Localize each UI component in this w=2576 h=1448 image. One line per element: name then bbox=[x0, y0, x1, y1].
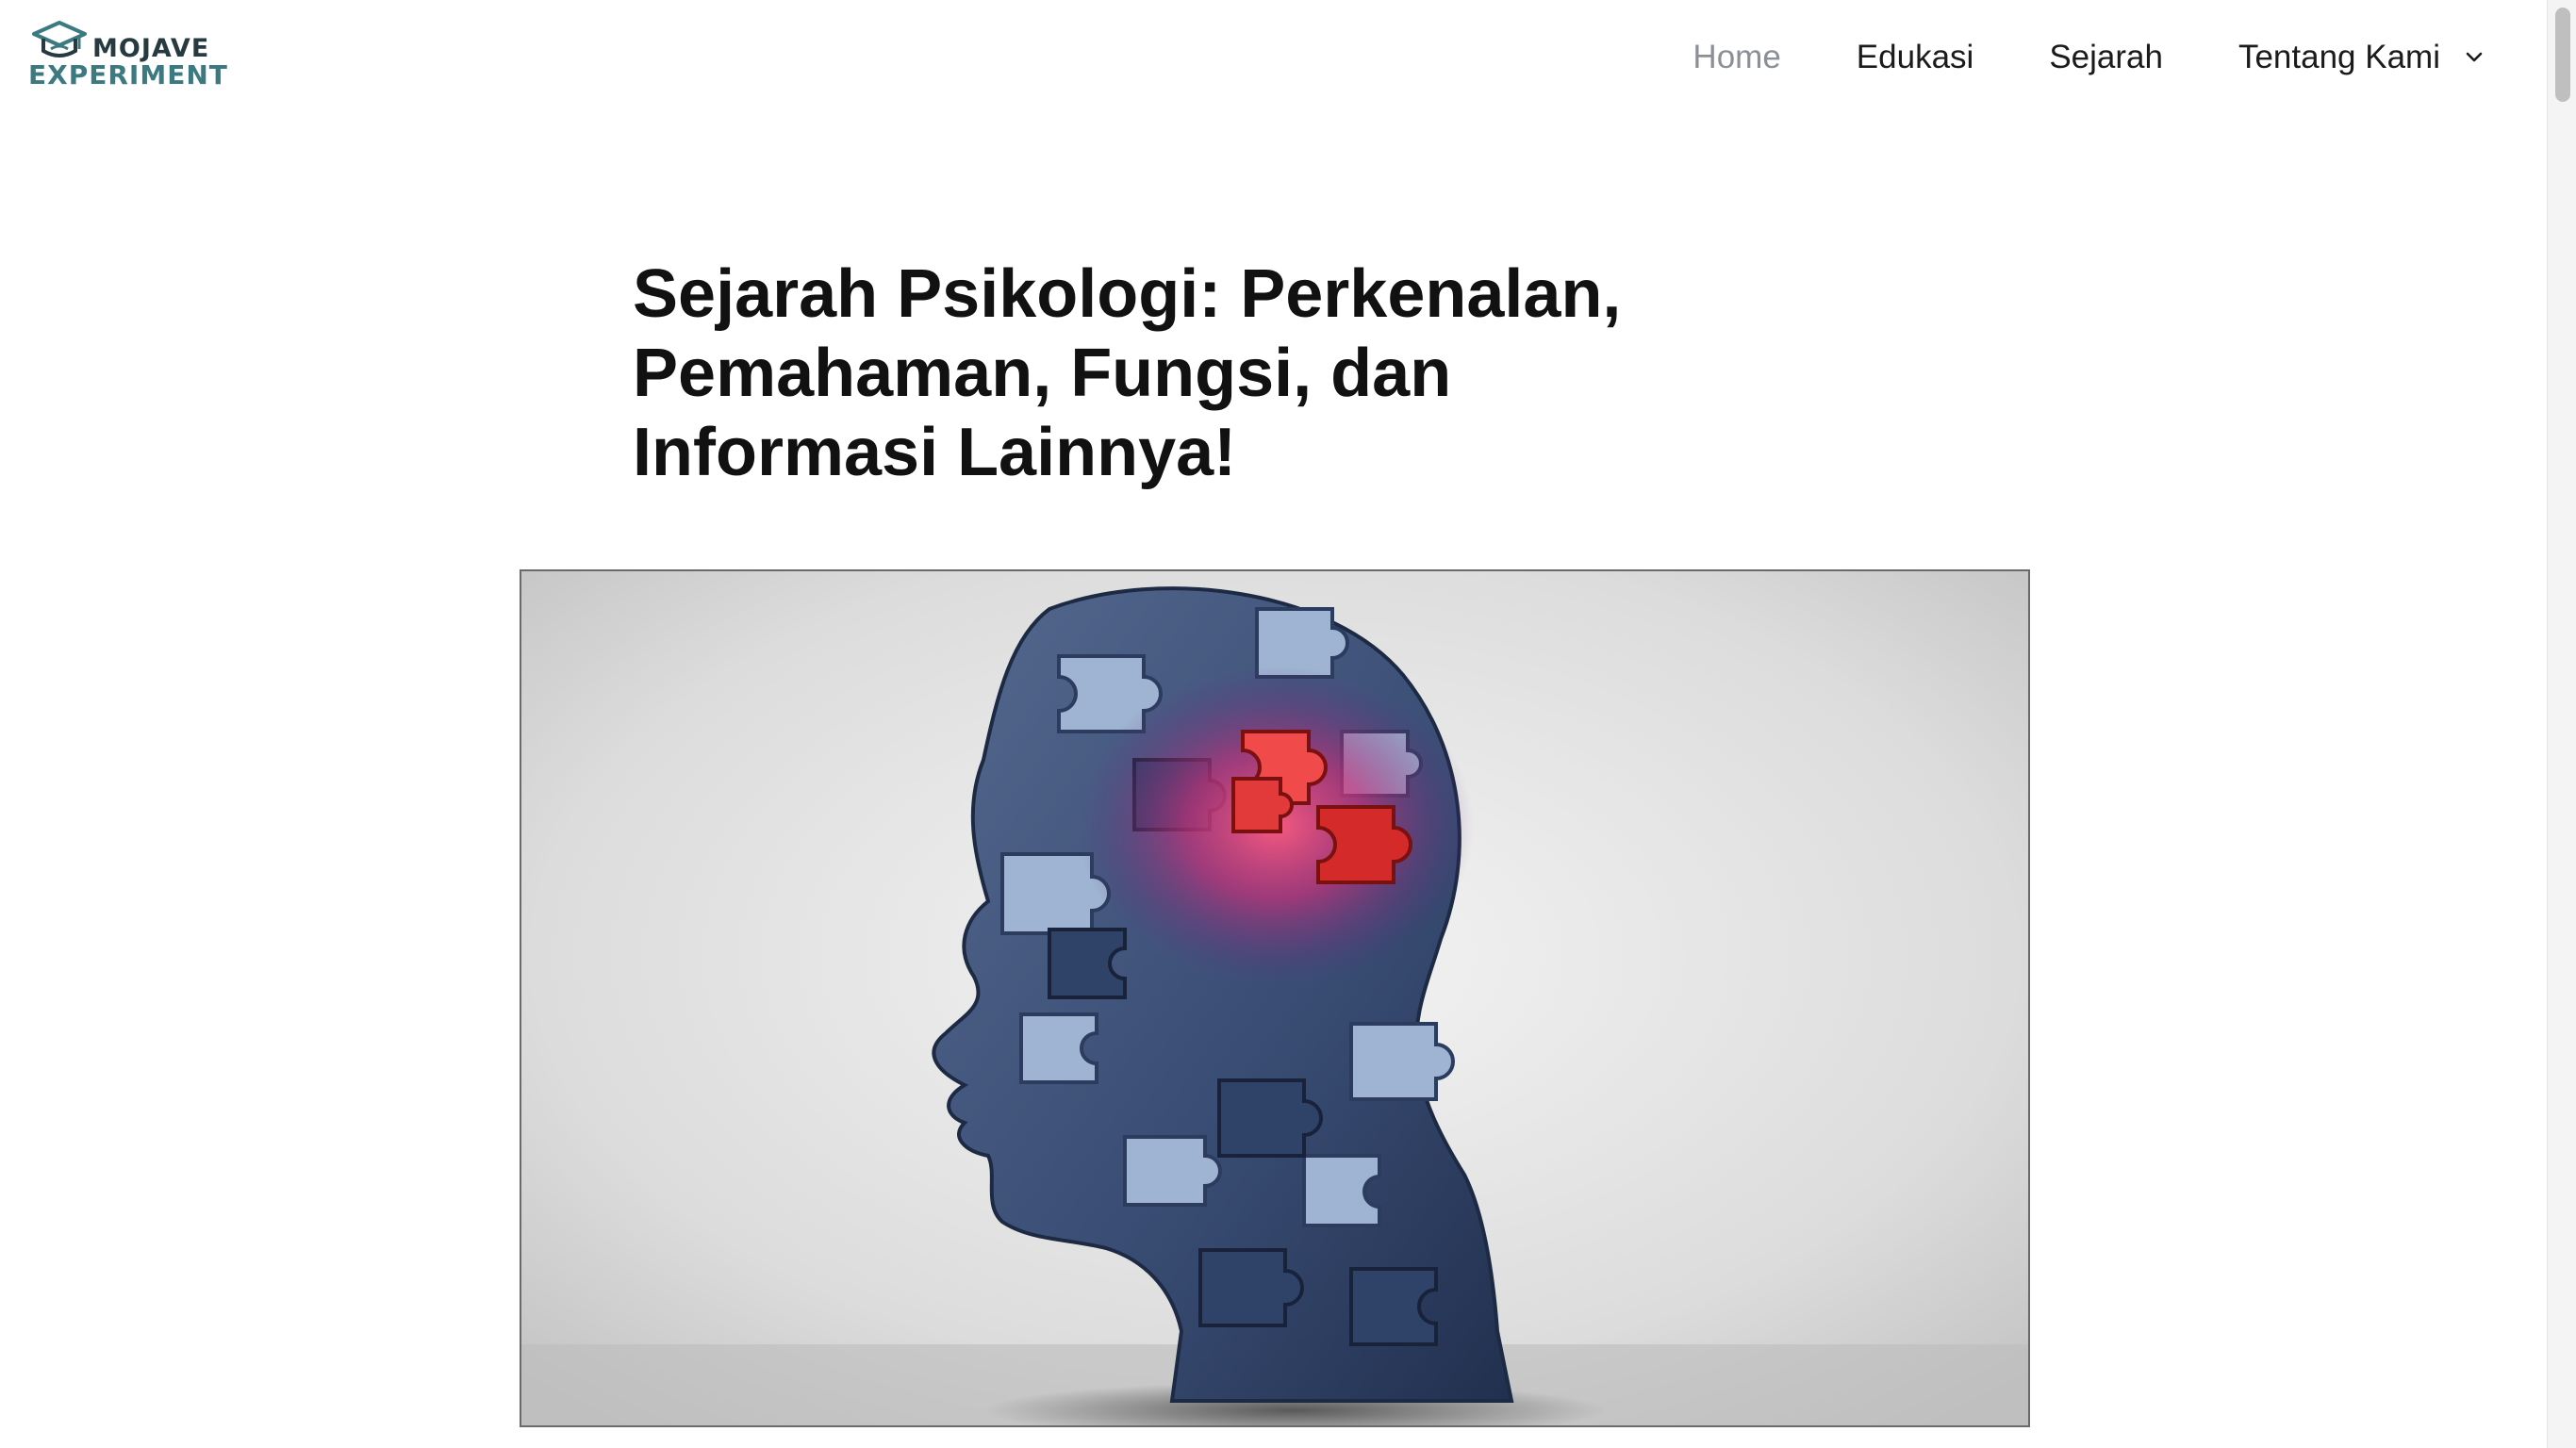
main-nav: Home Edukasi Sejarah Tentang Kami bbox=[1617, 0, 2487, 115]
site-logo[interactable]: MOJAVE EXPERIMENT bbox=[28, 19, 227, 94]
nav-item-tentang-kami[interactable]: Tentang Kami bbox=[2238, 39, 2487, 76]
nav-item-tentang-kami-label: Tentang Kami bbox=[2237, 39, 2440, 75]
puzzle-head-illustration bbox=[521, 571, 2028, 1425]
scrollbar[interactable] bbox=[2547, 0, 2576, 1448]
nav-item-sejarah[interactable]: Sejarah bbox=[2049, 39, 2163, 76]
featured-image bbox=[520, 569, 2030, 1427]
scrollbar-thumb[interactable] bbox=[2555, 8, 2570, 102]
chevron-down-icon[interactable] bbox=[2461, 44, 2487, 71]
article-title: Sejarah Psikologi: Perkenalan, Pemahaman… bbox=[633, 256, 1622, 490]
logo-text-experiment: EXPERIMENT bbox=[28, 59, 228, 90]
logo-text-mojave: MOJAVE bbox=[92, 34, 210, 63]
nav-item-edukasi[interactable]: Edukasi bbox=[1857, 39, 1974, 76]
nav-item-home[interactable]: Home bbox=[1693, 39, 1780, 76]
site-header: MOJAVE EXPERIMENT Home Edukasi Sejarah T… bbox=[0, 0, 2548, 115]
page: MOJAVE EXPERIMENT Home Edukasi Sejarah T… bbox=[0, 0, 2576, 1448]
graduation-cap-icon bbox=[32, 21, 87, 58]
